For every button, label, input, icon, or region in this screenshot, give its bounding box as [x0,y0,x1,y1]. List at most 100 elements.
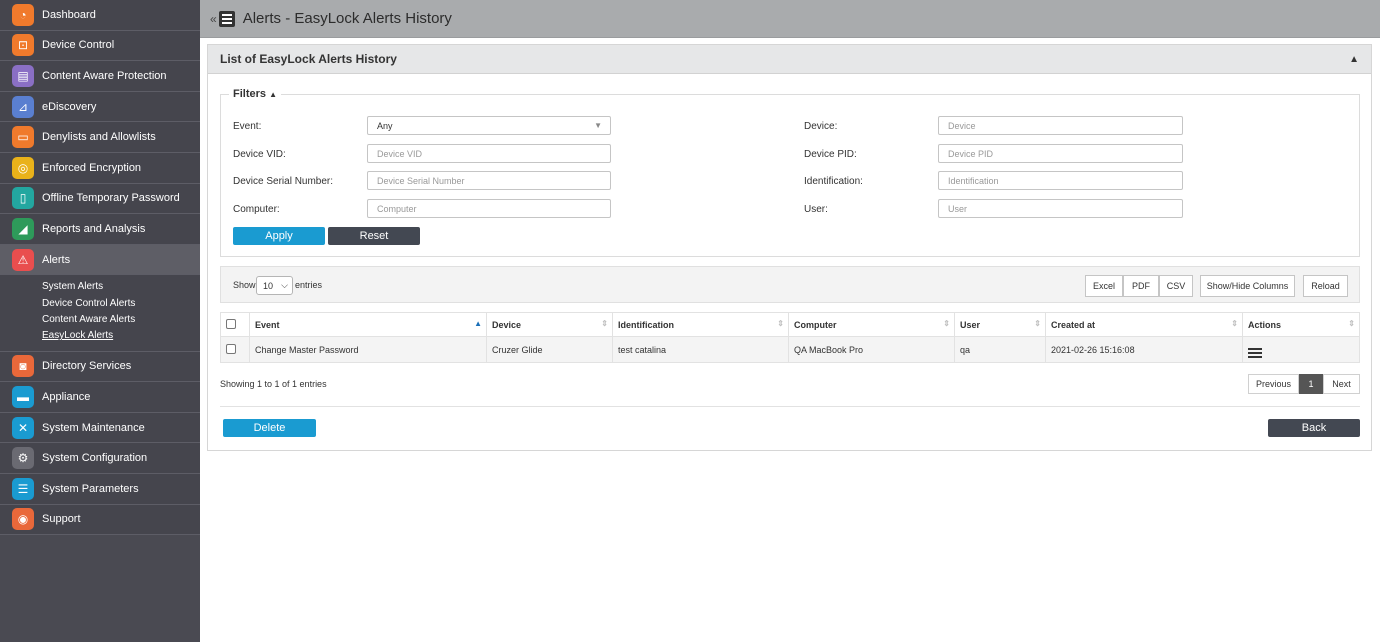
appliance-icon: ▬ [12,385,34,408]
sidebar-item-directory-services[interactable]: ◙ Directory Services [0,351,200,383]
sidebar-item-label: Content Aware Protection [42,69,167,82]
warning-icon: ⚠ [12,248,34,271]
panel-title: List of EasyLock Alerts History [220,52,397,66]
sidebar-item-alerts[interactable]: ⚠ Alerts [0,244,200,276]
alerts-submenu: System Alerts Device Control Alerts Cont… [0,275,200,352]
sidebar-item-content-aware-protection[interactable]: ▤ Content Aware Protection [0,61,200,92]
menu-icon[interactable] [218,10,235,27]
previous-page-button[interactable]: Previous [1248,374,1299,394]
column-computer[interactable]: Computer ⇕ [788,312,955,337]
column-created-at-label: Created at [1051,319,1096,330]
sort-icon: ⇕ [777,319,784,328]
column-user[interactable]: User ⇕ [954,312,1046,337]
cell-created-at: 2021-02-26 15:16:08 [1045,336,1243,363]
sidebar-item-label: Support [42,513,81,526]
sort-icon: ⇕ [601,319,608,328]
event-select-value: Any [377,120,393,131]
panel-header: List of EasyLock Alerts History ▲ [208,45,1371,74]
entries-label: entries [295,280,323,290]
event-select[interactable]: Any ▼ [367,116,611,135]
column-created-at[interactable]: Created at ⇕ [1045,312,1243,337]
filters-toggle[interactable]: Filters ▲ [229,88,281,100]
device-pid-input[interactable]: Device PID [938,144,1183,163]
sidebar-item-denylists-and-allowlists[interactable]: ▭ Denylists and Allowlists [0,122,200,153]
submenu-easylock-alerts[interactable]: EasyLock Alerts [42,328,200,344]
sidebar-item-label: Device Control [42,39,115,52]
device-label: Device: [804,121,838,132]
header-bar: « Alerts - EasyLock Alerts History [200,0,1380,38]
identification-input[interactable]: Identification [938,171,1183,190]
sidebar-item-label: Appliance [42,390,91,403]
show-hide-columns-button[interactable]: Show/Hide Columns [1200,275,1295,297]
back-button[interactable]: Back [1268,419,1360,437]
computer-label: Computer: [233,204,280,215]
device-vid-input[interactable]: Device VID [367,144,611,163]
user-label: User: [804,204,828,215]
sidebar-item-label: System Parameters [42,482,139,495]
column-actions: Actions ⇕ [1242,312,1360,337]
chevron-down-icon: ⌵ [281,280,288,290]
column-identification[interactable]: Identification ⇕ [612,312,789,337]
reset-button[interactable]: Reset [328,227,420,245]
page-1-button[interactable]: 1 [1299,374,1323,394]
sidebar-item-system-parameters[interactable]: ☰ System Parameters [0,473,200,505]
sidebar-item-label: Reports and Analysis [42,222,146,235]
computer-input[interactable]: Computer [367,199,611,218]
cell-device: Cruzer Glide [486,336,613,363]
device-input[interactable]: Device [938,116,1183,135]
cell-event: Change Master Password [249,336,487,363]
sidebar-item-dashboard[interactable]: ◔ Dashboard [0,0,200,31]
column-device-label: Device [492,319,522,330]
csv-button[interactable]: CSV [1159,275,1193,297]
document-icon: ▤ [12,64,34,87]
serial-number-input[interactable]: Device Serial Number [367,171,611,190]
sidebar-item-offline-temporary-password[interactable]: ▯ Offline Temporary Password [0,183,200,215]
submenu-system-alerts[interactable]: System Alerts [42,279,200,295]
column-event-label: Event [255,319,280,330]
select-all-checkbox[interactable] [226,318,236,329]
lifebuoy-icon: ◉ [12,508,34,531]
sidebar-item-label: Directory Services [42,360,132,373]
list-icon: ▭ [12,126,34,149]
column-event[interactable]: Event ▲ [249,312,487,337]
entries-select[interactable]: 10 ⌵ [256,276,293,295]
collapse-sidebar-icon[interactable]: « [210,12,217,26]
sidebar-item-support[interactable]: ◉ Support [0,504,200,536]
apply-button[interactable]: Apply [233,227,325,245]
cell-actions [1242,336,1360,363]
submenu-content-aware-alerts[interactable]: Content Aware Alerts [42,312,200,328]
column-device[interactable]: Device ⇕ [486,312,613,337]
sidebar-item-label: System Configuration [42,452,148,465]
row-checkbox[interactable] [226,343,236,354]
collapse-panel-icon[interactable]: ▲ [1349,54,1359,65]
chevron-down-icon: ▼ [594,121,602,130]
table-row: Change Master Password Cruzer Glide test… [220,336,1360,363]
sidebar-item-ediscovery[interactable]: ⊿ eDiscovery [0,91,200,123]
actions-menu-icon[interactable] [1248,347,1262,358]
sidebar: ◔ Dashboard ⊡ Device Control ▤ Content Aware … [0,0,200,642]
column-user-label: User [960,319,981,330]
sidebar-item-reports-and-analysis[interactable]: ◢ Reports and Analysis [0,214,200,245]
sidebar-item-label: Denylists and Allowlists [42,131,156,144]
sidebar-item-appliance[interactable]: ▬ Appliance [0,382,200,413]
telescope-icon: ⊿ [12,95,34,118]
device-vid-label: Device VID: [233,149,286,160]
sidebar-item-enforced-encryption[interactable]: ◎ Enforced Encryption [0,152,200,184]
serial-number-label: Device Serial Number: [233,176,334,187]
user-input[interactable]: User [938,199,1183,218]
next-page-button[interactable]: Next [1323,374,1360,394]
reload-button[interactable]: Reload [1303,275,1348,297]
excel-button[interactable]: Excel [1085,275,1123,297]
sort-icon: ⇕ [1348,319,1355,328]
device-pid-label: Device PID: [804,149,857,160]
select-all-header [220,312,250,337]
delete-button[interactable]: Delete [223,419,316,437]
sidebar-item-system-maintenance[interactable]: ✕ System Maintenance [0,412,200,444]
dashboard-icon: ◔ [12,3,34,26]
sidebar-item-system-configuration[interactable]: ⚙ System Configuration [0,443,200,474]
sidebar-item-label: eDiscovery [42,100,97,113]
submenu-device-control-alerts[interactable]: Device Control Alerts [42,296,200,312]
pdf-button[interactable]: PDF [1123,275,1159,297]
sidebar-item-device-control[interactable]: ⊡ Device Control [0,30,200,62]
tools-icon: ✕ [12,416,34,439]
